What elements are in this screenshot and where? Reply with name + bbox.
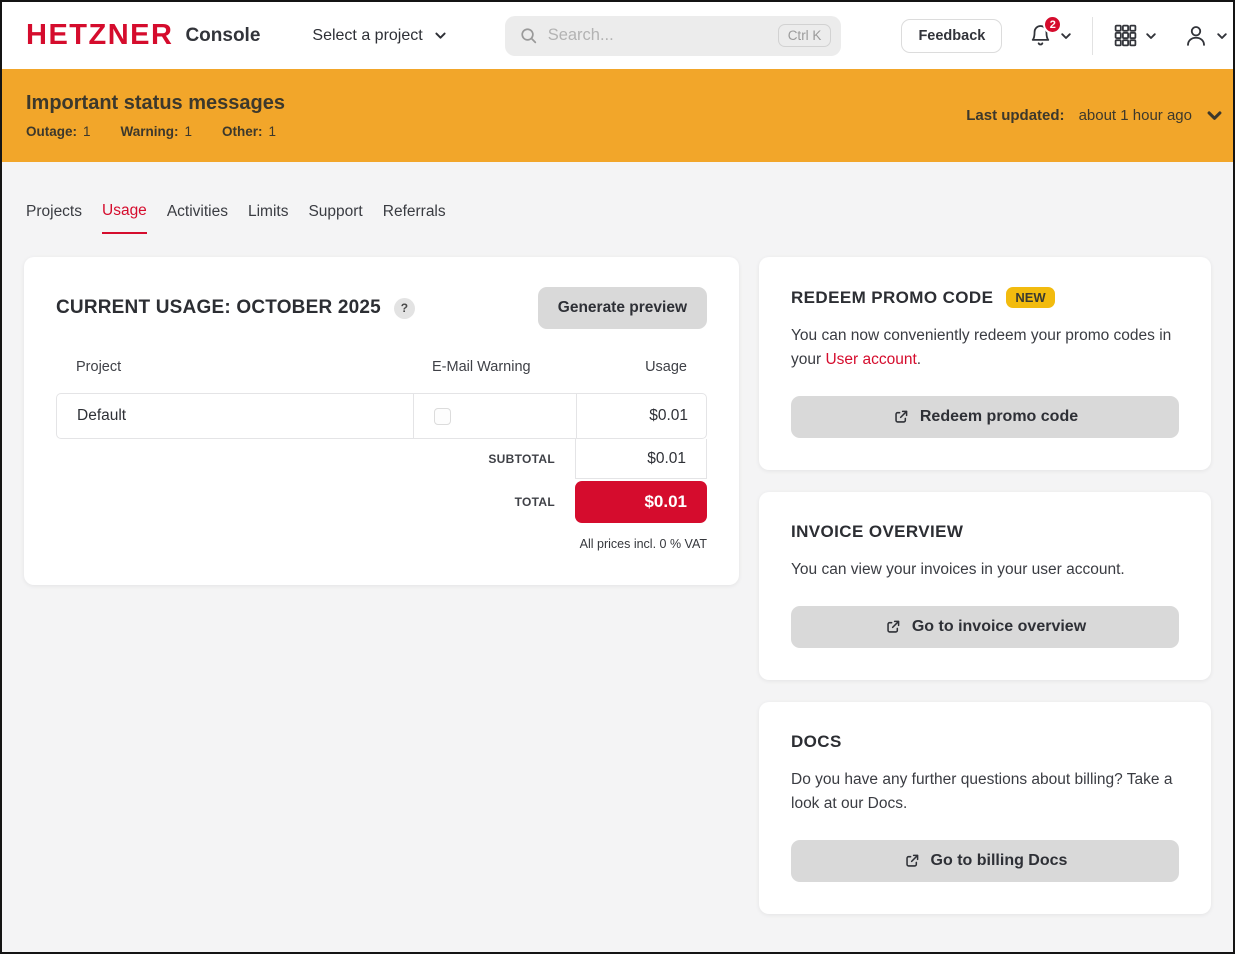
user-icon xyxy=(1183,23,1209,49)
usage-table: Project E-Mail Warning Usage Default $0.… xyxy=(56,359,707,551)
promo-card-title: REDEEM PROMO CODE xyxy=(791,288,993,308)
tab-projects[interactable]: Projects xyxy=(26,202,82,234)
docs-card-title: DOCS xyxy=(791,732,842,752)
warning-label: Warning: xyxy=(121,124,179,139)
subtotal-value: $0.01 xyxy=(575,439,707,479)
navbar-actions: Feedback 2 xyxy=(901,17,1228,55)
redeem-promo-code-label: Redeem promo code xyxy=(920,408,1078,426)
subtotal-row: SUBTOTAL $0.01 xyxy=(56,439,707,479)
apps-menu-button[interactable] xyxy=(1113,23,1157,48)
apps-grid-icon xyxy=(1113,23,1138,48)
usage-card-header: CURRENT USAGE: OCTOBER 2025 ? Generate p… xyxy=(56,287,707,329)
tab-referrals[interactable]: Referrals xyxy=(383,202,446,234)
status-banner-left: Important status messages Outage: 1 Warn… xyxy=(26,92,285,139)
outage-value: 1 xyxy=(83,124,91,139)
total-label: TOTAL xyxy=(56,495,575,509)
help-icon[interactable]: ? xyxy=(394,298,415,319)
go-to-invoice-overview-label: Go to invoice overview xyxy=(912,618,1086,636)
promo-card-body: You can now conveniently redeem your pro… xyxy=(791,324,1179,372)
total-value: $0.01 xyxy=(575,481,707,523)
subtotal-label: SUBTOTAL xyxy=(56,452,575,466)
email-warning-cell xyxy=(413,394,576,438)
notifications-button[interactable]: 2 xyxy=(1028,23,1072,48)
outage-count: Outage: 1 xyxy=(26,124,91,139)
warning-value: 1 xyxy=(185,124,193,139)
new-badge: NEW xyxy=(1006,287,1054,308)
chevron-down-icon xyxy=(1216,30,1228,42)
column-header-project: Project xyxy=(56,359,412,375)
usage-value-cell: $0.01 xyxy=(576,394,708,438)
hetzner-logo: HETZNER xyxy=(26,19,173,52)
search-input[interactable] xyxy=(548,26,768,45)
redeem-promo-card: REDEEM PROMO CODE NEW You can now conven… xyxy=(759,257,1211,470)
product-name: Console xyxy=(185,25,260,47)
last-updated-label: Last updated: xyxy=(966,107,1064,124)
last-updated-value: about 1 hour ago xyxy=(1079,107,1192,124)
external-link-icon xyxy=(892,408,910,426)
other-count: Other: 1 xyxy=(222,124,276,139)
docs-card-body: Do you have any further questions about … xyxy=(791,768,1179,816)
tab-limits[interactable]: Limits xyxy=(248,202,288,234)
side-column: REDEEM PROMO CODE NEW You can now conven… xyxy=(759,257,1211,914)
column-header-usage: Usage xyxy=(575,359,707,375)
docs-card: DOCS Do you have any further questions a… xyxy=(759,702,1211,914)
hetzner-console-window: HETZNER Console Select a project Ctrl K … xyxy=(0,0,1235,954)
column-header-email-warning: E-Mail Warning xyxy=(412,359,575,375)
search-shortcut-hint: Ctrl K xyxy=(778,24,832,47)
usage-card-title: CURRENT USAGE: OCTOBER 2025 xyxy=(56,297,381,319)
usage-table-header-row: Project E-Mail Warning Usage xyxy=(56,359,707,393)
status-counts: Outage: 1 Warning: 1 Other: 1 xyxy=(26,124,285,139)
chevron-down-icon xyxy=(1060,30,1072,42)
tab-support[interactable]: Support xyxy=(308,202,362,234)
warning-count: Warning: 1 xyxy=(121,124,193,139)
search-icon xyxy=(519,26,538,45)
external-link-icon xyxy=(903,852,921,870)
chevron-down-icon xyxy=(434,29,447,42)
email-warning-checkbox[interactable] xyxy=(434,408,451,425)
promo-body-period: . xyxy=(917,351,921,368)
redeem-promo-code-button[interactable]: Redeem promo code xyxy=(791,396,1179,438)
total-row: TOTAL $0.01 xyxy=(56,481,707,523)
status-banner-title: Important status messages xyxy=(26,92,285,115)
go-to-billing-docs-button[interactable]: Go to billing Docs xyxy=(791,840,1179,882)
go-to-billing-docs-label: Go to billing Docs xyxy=(931,852,1068,870)
account-tabs: Projects Usage Activities Limits Support… xyxy=(2,202,1233,234)
project-name-cell: Default xyxy=(57,407,413,425)
brand-home-link[interactable]: HETZNER Console xyxy=(26,19,260,52)
project-selector-dropdown[interactable]: Select a project xyxy=(312,27,446,45)
navbar-divider xyxy=(1092,17,1093,55)
user-account-link[interactable]: User account xyxy=(825,351,916,368)
tab-usage[interactable]: Usage xyxy=(102,202,147,234)
project-selector-label: Select a project xyxy=(312,27,422,45)
outage-label: Outage: xyxy=(26,124,77,139)
chevron-down-icon xyxy=(1206,107,1223,124)
feedback-button[interactable]: Feedback xyxy=(901,19,1002,53)
tab-activities[interactable]: Activities xyxy=(167,202,228,234)
table-row: Default $0.01 xyxy=(56,393,707,439)
bell-icon: 2 xyxy=(1028,23,1053,48)
current-usage-card: CURRENT USAGE: OCTOBER 2025 ? Generate p… xyxy=(24,257,739,585)
invoice-card-title: INVOICE OVERVIEW xyxy=(791,522,963,542)
go-to-invoice-overview-button[interactable]: Go to invoice overview xyxy=(791,606,1179,648)
generate-preview-button[interactable]: Generate preview xyxy=(538,287,707,329)
invoice-card-body: You can view your invoices in your user … xyxy=(791,558,1179,582)
search-bar[interactable]: Ctrl K xyxy=(505,16,842,56)
chevron-down-icon xyxy=(1145,30,1157,42)
other-value: 1 xyxy=(269,124,277,139)
other-label: Other: xyxy=(222,124,263,139)
account-menu-button[interactable] xyxy=(1183,23,1228,49)
vat-note: All prices incl. 0 % VAT xyxy=(56,537,707,551)
status-banner: Important status messages Outage: 1 Warn… xyxy=(2,69,1233,162)
invoice-overview-card: INVOICE OVERVIEW You can view your invoi… xyxy=(759,492,1211,680)
external-link-icon xyxy=(884,618,902,636)
top-navbar: HETZNER Console Select a project Ctrl K … xyxy=(2,2,1233,69)
status-banner-expand-toggle[interactable]: Last updated: about 1 hour ago xyxy=(966,107,1223,124)
main-content: CURRENT USAGE: OCTOBER 2025 ? Generate p… xyxy=(2,234,1233,914)
